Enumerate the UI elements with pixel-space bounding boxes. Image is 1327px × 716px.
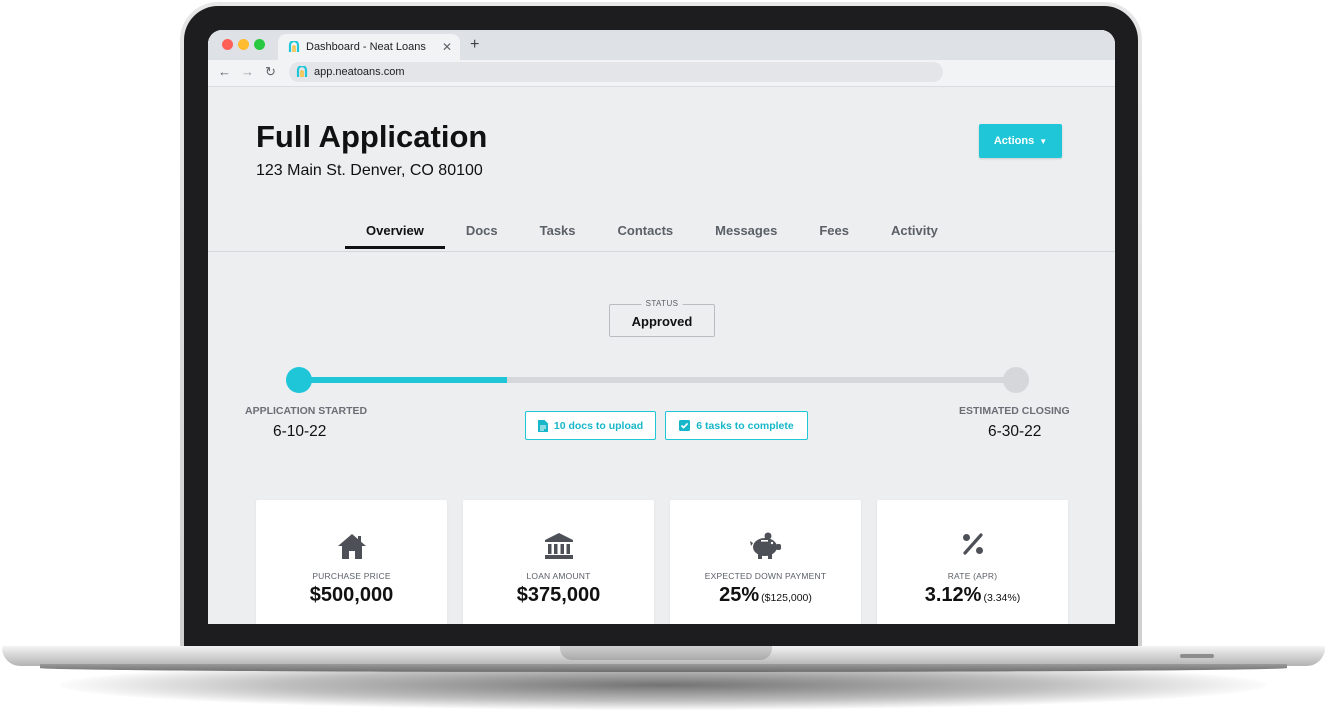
piggy-bank-icon <box>749 532 781 559</box>
minimize-window-button[interactable] <box>238 39 249 50</box>
status-badge: STATUS Approved <box>609 299 715 337</box>
card-label: LOAN AMOUNT <box>526 571 591 581</box>
start-milestone-date: 6-10-22 <box>273 423 327 440</box>
address-bar[interactable]: app.neatoans.com <box>289 62 943 82</box>
card-value: 3.12% (3.34%) <box>877 584 1068 607</box>
laptop-notch <box>560 646 772 660</box>
end-milestone-date: 6-30-22 <box>988 423 1042 440</box>
rate-card: RATE (APR) 3.12% (3.34%) <box>877 500 1068 624</box>
card-label: RATE (APR) <box>947 571 998 581</box>
property-address: 123 Main St. Denver, CO 80100 <box>256 162 483 179</box>
browser-chrome: Dashboard - Neat Loans ✕ + ← → ↻ app.nea… <box>208 30 1115 87</box>
docs-to-upload-button[interactable]: 10 docs to upload <box>525 411 656 440</box>
actions-dropdown-button[interactable]: Actions ▼ <box>979 124 1062 158</box>
apr-value: (3.34%) <box>983 592 1021 604</box>
tab-tasks[interactable]: Tasks <box>519 219 597 249</box>
tab-messages[interactable]: Messages <box>694 219 798 249</box>
tasks-to-complete-button[interactable]: 6 tasks to complete <box>665 411 808 440</box>
url-text: app.neatoans.com <box>314 66 405 78</box>
close-window-button[interactable] <box>222 39 233 50</box>
loan-amount-card: LOAN AMOUNT $375,000 <box>463 500 654 624</box>
down-payment-card: EXPECTED DOWN PAYMENT 25% ($125,000) <box>670 500 861 624</box>
tasks-to-complete-label: 6 tasks to complete <box>696 419 794 432</box>
application-tabs: Overview Docs Tasks Contacts Messages Fe… <box>208 219 1115 252</box>
tab-activity[interactable]: Activity <box>870 219 959 249</box>
percent-icon <box>962 533 983 555</box>
close-tab-icon[interactable]: ✕ <box>442 40 452 54</box>
status-label: STATUS <box>641 299 683 308</box>
card-value: $375,000 <box>463 584 654 607</box>
reload-button[interactable]: ↻ <box>265 65 276 79</box>
card-value: 25% ($125,000) <box>670 584 861 607</box>
laptop-base-bottom <box>40 664 1287 672</box>
loan-amount-value: $375,000 <box>516 584 601 606</box>
card-label: EXPECTED DOWN PAYMENT <box>704 571 827 581</box>
purchase-price-value: $500,000 <box>309 584 394 606</box>
actions-label: Actions <box>993 135 1035 147</box>
document-icon <box>537 419 548 432</box>
progress-end-marker <box>1003 367 1029 393</box>
tab-overview[interactable]: Overview <box>345 219 445 249</box>
new-tab-button[interactable]: + <box>470 36 479 54</box>
forward-button[interactable]: → <box>241 65 254 79</box>
back-button[interactable]: ← <box>218 65 231 79</box>
application-page: Full Application 123 Main St. Denver, CO… <box>208 87 1115 624</box>
tab-fees[interactable]: Fees <box>798 219 870 249</box>
status-value: Approved <box>631 314 693 329</box>
progress-track <box>299 377 1016 383</box>
site-favicon-icon <box>296 66 308 77</box>
page-title: Full Application <box>256 119 488 154</box>
checkbox-icon <box>679 420 691 431</box>
browser-tab-title: Dashboard - Neat Loans <box>306 41 426 53</box>
maximize-window-button[interactable] <box>254 39 265 50</box>
neat-loans-favicon-icon <box>288 41 300 52</box>
end-milestone-label: ESTIMATED CLOSING <box>959 405 1070 417</box>
tab-docs[interactable]: Docs <box>445 219 519 249</box>
tab-contacts[interactable]: Contacts <box>597 219 695 249</box>
card-label: PURCHASE PRICE <box>312 571 391 581</box>
browser-tabstrip: Dashboard - Neat Loans ✕ + <box>208 30 1115 60</box>
laptop-port <box>1180 654 1214 658</box>
laptop-screen: Dashboard - Neat Loans ✕ + ← → ↻ app.nea… <box>208 30 1115 624</box>
progress-start-marker <box>286 367 312 393</box>
purchase-price-card: PURCHASE PRICE $500,000 <box>256 500 447 624</box>
caret-down-icon: ▼ <box>1039 136 1048 146</box>
docs-to-upload-label: 10 docs to upload <box>553 419 644 432</box>
bank-icon <box>544 533 573 559</box>
progress-fill <box>299 377 507 383</box>
card-value: $500,000 <box>256 584 447 607</box>
down-payment-amount: ($125,000) <box>761 592 812 604</box>
start-milestone-label: APPLICATION STARTED <box>245 405 368 417</box>
down-payment-value: 25% <box>719 584 760 606</box>
house-icon <box>337 534 366 559</box>
rate-value: 3.12% <box>924 584 982 606</box>
browser-tab-dashboard[interactable]: Dashboard - Neat Loans ✕ <box>278 34 460 60</box>
